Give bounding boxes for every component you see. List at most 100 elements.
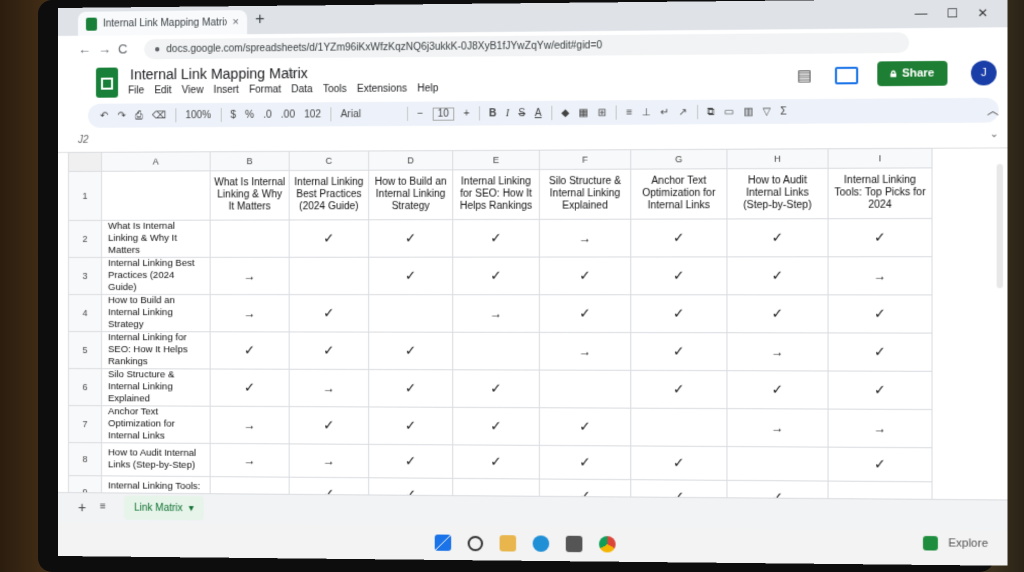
browser-tab[interactable]: Internal Link Mapping Matrix - Google Sh… [78,10,247,36]
row-label-cell[interactable]: How to Build an Internal Linking Strateg… [102,295,211,332]
percent-button[interactable]: % [245,109,254,120]
check-mark-cell[interactable]: ✓ [828,218,932,256]
menu-format[interactable]: Format [249,84,281,95]
check-mark-cell[interactable]: ✓ [631,219,727,257]
check-mark-cell[interactable]: ✓ [369,444,453,478]
row-label-cell[interactable]: Internal Linking for SEO: How It Helps R… [102,332,211,369]
check-mark-cell[interactable]: ✓ [727,295,828,333]
row-header[interactable]: 2 [68,220,101,257]
font-size-increase-button[interactable]: + [463,108,469,119]
align-vertical-icon[interactable]: ⊥ [642,107,651,118]
empty-cell[interactable] [727,447,828,482]
share-button[interactable]: 🔒︎ Share [877,61,947,86]
menu-extensions[interactable]: Extensions [357,83,407,94]
menu-help[interactable]: Help [417,83,438,94]
column-header-e[interactable]: E [453,150,540,170]
collapse-menus-icon[interactable]: ︿ [987,102,999,119]
row-label-cell[interactable]: Anchor Text Optimization for Internal Li… [102,406,211,444]
functions-icon[interactable]: Σ [780,106,787,117]
text-wrap-icon[interactable]: ↵ [660,107,669,118]
select-all-corner[interactable] [68,152,101,171]
text-color-button[interactable]: A [535,107,542,118]
menu-file[interactable]: File [128,85,144,96]
currency-button[interactable]: $ [230,109,236,120]
check-mark-cell[interactable]: ✓ [539,445,630,479]
check-mark-cell[interactable]: ✓ [631,295,727,333]
taskbar-search-icon[interactable] [467,535,482,550]
empty-cell[interactable] [369,295,453,333]
arrow-cell[interactable]: → [210,443,289,477]
column-header-a[interactable]: A [102,152,211,172]
arrow-cell[interactable]: → [828,409,932,448]
arrow-cell[interactable]: → [210,406,289,444]
empty-cell[interactable] [828,481,932,499]
arrow-cell[interactable]: → [210,295,289,332]
check-mark-cell[interactable]: ✓ [631,370,727,408]
bold-button[interactable]: B [489,108,496,119]
check-mark-cell[interactable]: ✓ [828,447,932,482]
check-mark-cell[interactable]: ✓ [539,257,630,295]
column-header-b[interactable]: B [210,151,289,170]
filter-icon[interactable]: ▽ [763,106,771,117]
row-label-cell[interactable]: What Is Internal Linking & Why It Matter… [102,220,211,257]
check-mark-cell[interactable]: ✓ [727,371,828,409]
arrow-cell[interactable]: → [828,257,932,295]
insert-link-icon[interactable]: ⧉ [707,106,714,117]
add-sheet-button[interactable]: + [78,499,86,515]
close-window-icon[interactable]: ✕ [977,6,988,21]
check-mark-cell[interactable]: ✓ [369,332,453,370]
merge-cells-icon[interactable]: ⊞ [598,107,607,118]
column-title-cell[interactable]: Anchor Text Optimization for Internal Li… [631,169,727,219]
check-mark-cell[interactable]: ✓ [369,220,453,258]
redo-icon[interactable]: ↷ [117,110,125,121]
tab-close-icon[interactable]: × [232,16,239,28]
menu-data[interactable]: Data [291,84,312,95]
edge-browser-icon[interactable] [532,535,549,551]
column-title-cell[interactable]: How to Audit Internal Links (Step-by-Ste… [727,168,828,219]
empty-cell[interactable] [631,408,727,446]
column-header-c[interactable]: C [289,151,368,171]
arrow-cell[interactable]: → [727,333,828,371]
star-icon[interactable]: ☆ [284,64,297,81]
row-header[interactable]: 5 [68,332,101,369]
menu-edit[interactable]: Edit [154,85,171,96]
row-header[interactable]: 1 [68,171,101,220]
sheet-tab-chevron-icon[interactable]: ▾ [189,503,194,514]
column-title-cell[interactable]: How to Build an Internal Linking Strateg… [369,170,453,220]
check-mark-cell[interactable]: ✓ [539,295,630,333]
chrome-browser-icon[interactable] [598,536,615,552]
check-mark-cell[interactable]: ✓ [369,257,453,295]
windows-start-icon[interactable] [434,535,450,551]
fill-color-icon[interactable]: ◆ [561,107,569,118]
check-mark-cell[interactable]: ✓ [727,219,828,257]
increase-decimal-button[interactable]: .00 [281,109,295,120]
check-mark-cell[interactable]: ✓ [210,369,289,407]
arrow-cell[interactable]: → [453,295,540,333]
borders-icon[interactable]: ▦ [579,107,589,118]
italic-button[interactable]: I [506,108,509,119]
column-header-g[interactable]: G [631,149,727,169]
address-bar[interactable]: ● docs.google.com/spreadsheets/d/1YZm96i… [144,32,909,59]
check-mark-cell[interactable]: ✓ [631,446,727,480]
print-icon[interactable]: ⎙ [135,110,143,121]
column-header-d[interactable]: D [369,151,453,171]
check-mark-cell[interactable]: ✓ [453,445,540,479]
check-mark-cell[interactable]: ✓ [631,333,727,371]
empty-cell[interactable] [210,220,289,257]
check-mark-cell[interactable]: ✓ [453,219,540,257]
undo-icon[interactable]: ↶ [100,110,108,121]
column-header-i[interactable]: I [828,148,932,168]
column-title-cell[interactable]: Silo Structure & Internal Linking Explai… [539,169,630,219]
expand-formula-icon[interactable]: ⌄ [990,129,999,140]
document-title[interactable]: Internal Link Mapping Matrix [130,65,308,82]
check-mark-cell[interactable]: ✓ [289,332,368,370]
explore-button[interactable]: Explore [923,536,988,551]
empty-cell[interactable] [453,332,540,370]
row-header[interactable]: 6 [68,369,101,406]
more-formats-button[interactable]: 102 [304,109,321,120]
menu-view[interactable]: View [182,85,204,96]
arrow-cell[interactable]: → [289,369,368,407]
forward-button[interactable]: → [98,42,111,57]
row-header[interactable]: 8 [68,443,101,476]
font-size-input[interactable]: 10 [432,107,454,120]
